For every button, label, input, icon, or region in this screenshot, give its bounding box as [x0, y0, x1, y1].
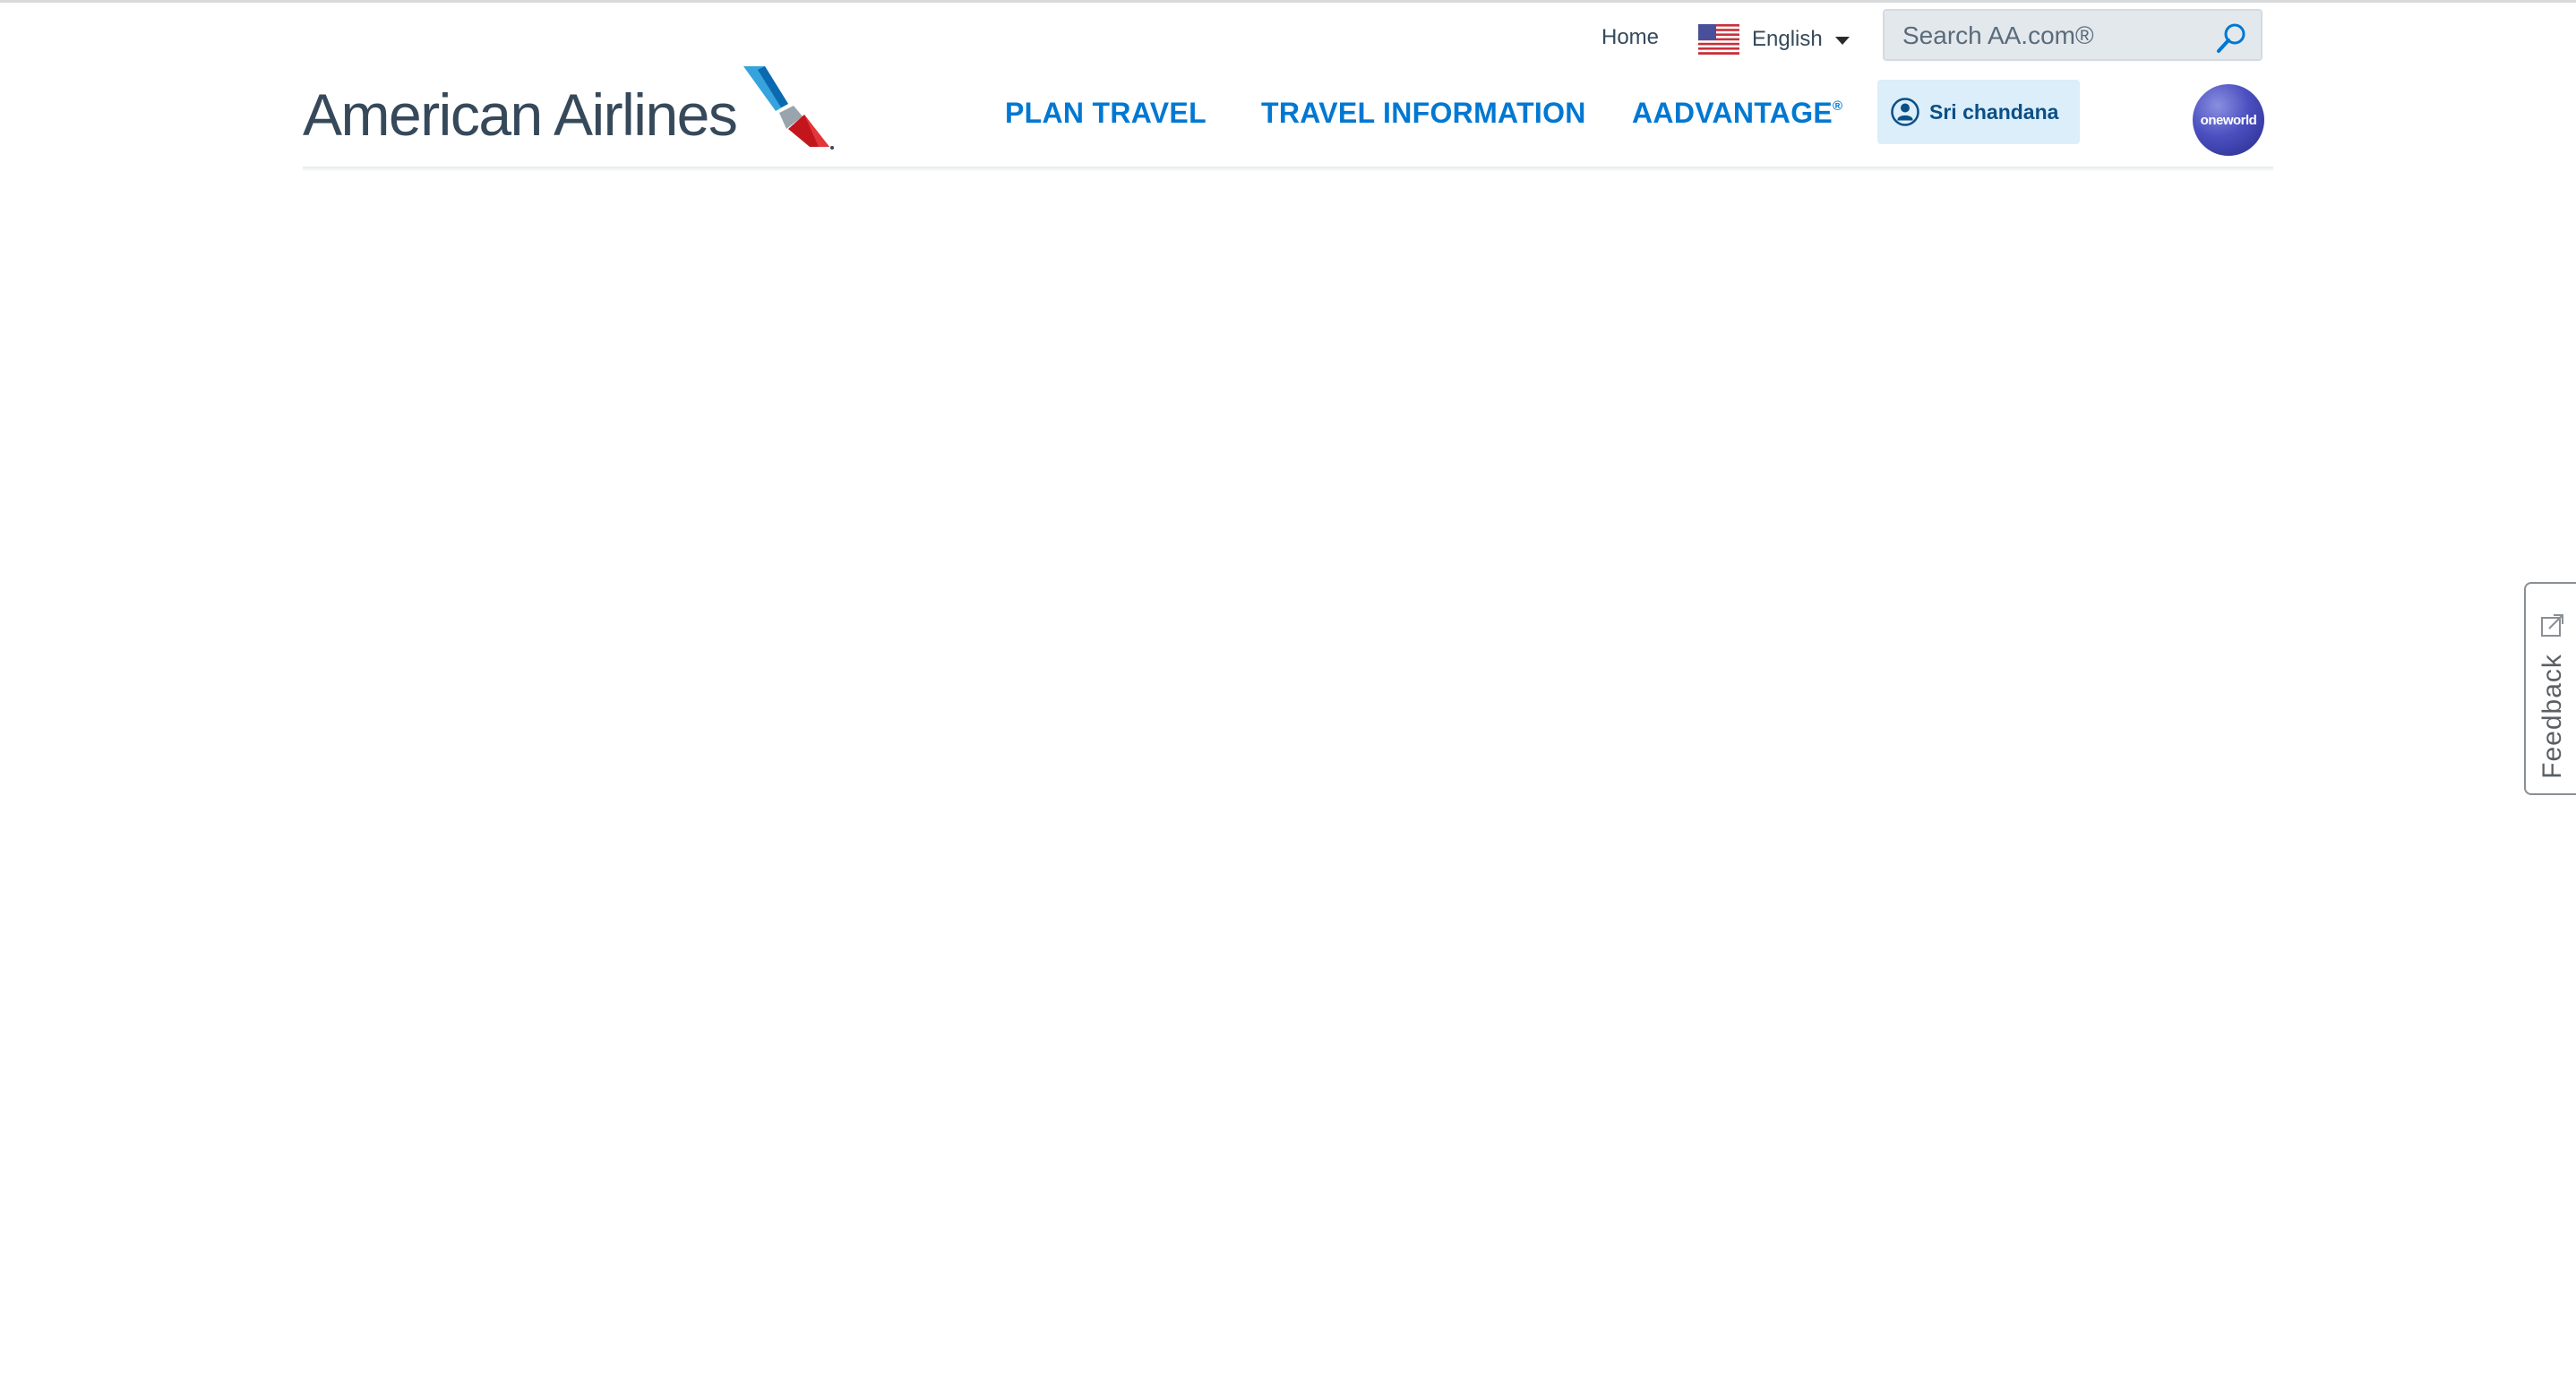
site-header: Home English American Airlines: [303, 0, 2273, 179]
feedback-tab[interactable]: Feedback: [2524, 582, 2576, 795]
language-selector[interactable]: English: [1698, 21, 1850, 57]
search-box: [1883, 9, 2263, 61]
oneworld-logo[interactable]: oneworld: [2193, 84, 2264, 156]
chevron-down-icon: [1834, 37, 1850, 45]
flight-symbol-icon: [743, 66, 835, 150]
registered-mark: ®: [1833, 98, 1843, 114]
nav-travel-information[interactable]: TRAVEL INFORMATION: [1261, 97, 1586, 130]
oneworld-label: oneworld: [2200, 112, 2257, 128]
external-link-icon: [2541, 614, 2563, 637]
us-flag-icon: [1698, 24, 1739, 55]
nav-aadvantage[interactable]: AADVANTAGE®: [1632, 97, 1842, 130]
search-input[interactable]: [1901, 18, 2209, 54]
nav-plan-travel[interactable]: PLAN TRAVEL: [1005, 97, 1206, 130]
logo-text: American Airlines: [303, 81, 738, 148]
feedback-label: Feedback: [2537, 654, 2567, 779]
nav-aadvantage-label: AADVANTAGE: [1632, 97, 1833, 129]
language-label: English: [1752, 27, 1823, 51]
user-account-button[interactable]: Sri chandana: [1877, 80, 2080, 144]
american-airlines-logo[interactable]: American Airlines: [303, 64, 835, 154]
user-icon: [1891, 98, 1919, 126]
home-link[interactable]: Home: [1601, 25, 1659, 50]
header-divider: [303, 167, 2273, 172]
user-name: Sri chandana: [1929, 99, 2059, 124]
search-icon[interactable]: [2214, 21, 2248, 56]
